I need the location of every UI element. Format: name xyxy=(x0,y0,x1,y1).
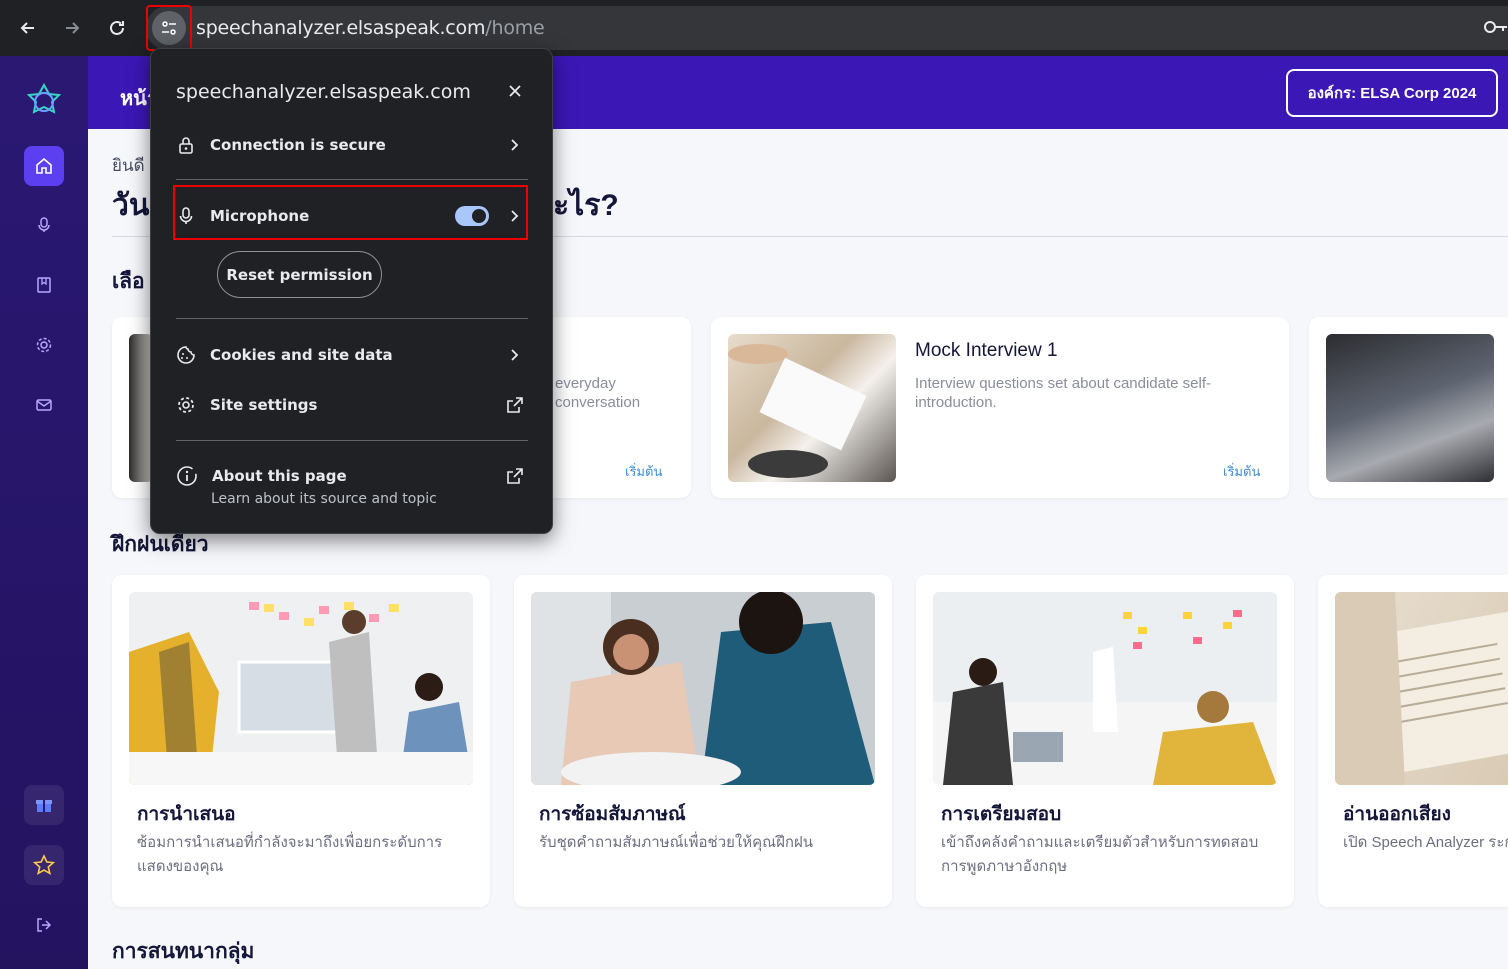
card-image xyxy=(531,592,875,785)
gift-icon xyxy=(36,800,52,812)
back-button[interactable] xyxy=(13,13,43,43)
cookies-row[interactable]: Cookies and site data xyxy=(176,340,528,370)
main-question-left: วัน xyxy=(112,189,150,222)
chevron-right-icon xyxy=(511,349,519,361)
microphone-icon xyxy=(179,207,193,224)
sidebar-item-library[interactable] xyxy=(24,265,64,305)
card-image xyxy=(933,592,1277,785)
forward-button[interactable] xyxy=(57,13,87,43)
toggle-knob xyxy=(472,209,486,223)
practice-card-interview[interactable]: การซ้อมสัมภาษณ์ รับชุดคำถามสัมภาษณ์เพื่อ… xyxy=(514,575,892,907)
mail-icon xyxy=(36,399,52,411)
popup-host: speechanalyzer.elsaspeak.com xyxy=(176,81,471,103)
reload-button[interactable] xyxy=(102,13,132,43)
card-description: เปิด Speech Analyzer ระการสนทนากับเพื่อน xyxy=(1343,834,1508,851)
star-icon xyxy=(33,854,55,876)
about-page-row[interactable]: About this page xyxy=(176,461,528,491)
microphone-toggle[interactable] xyxy=(455,206,489,226)
card-title: การซ้อมสัมภาษณ์ xyxy=(539,804,686,825)
connection-label: Connection is secure xyxy=(210,136,386,154)
topic-card-partial[interactable] xyxy=(1309,317,1508,498)
password-key-icon[interactable] xyxy=(1482,16,1508,43)
sidebar-item-favorites[interactable] xyxy=(24,845,64,885)
card-title: Mock Interview 1 xyxy=(915,340,1058,361)
chevron-right-icon xyxy=(511,210,519,222)
info-icon xyxy=(177,466,197,486)
sidebar-item-record[interactable] xyxy=(24,205,64,245)
practice-card-read-aloud[interactable]: อ่านออกเสียง เปิด Speech Analyzer ระการส… xyxy=(1318,575,1508,907)
card-description: ซ้อมการนำเสนอที่กำลังจะมาถึงเพื่อยกระดับ… xyxy=(137,834,443,875)
practice-card-presentation[interactable]: การนำเสนอ ซ้อมการนำเสนอที่กำลังจะมาถึงเพ… xyxy=(112,575,490,907)
reset-permission-button[interactable]: Reset permission xyxy=(217,251,382,298)
card-description: เข้าถึงคลังคำถามและเตรียมตัวสำหรับการทดส… xyxy=(941,834,1259,875)
start-link[interactable]: เริ่มต้น xyxy=(1223,461,1260,482)
microphone-icon xyxy=(38,217,50,232)
open-external-icon xyxy=(507,468,523,484)
url-host: speechanalyzer.elsaspeak.com xyxy=(196,17,486,39)
sidebar-item-logout[interactable] xyxy=(24,905,64,945)
microphone-label: Microphone xyxy=(210,207,310,225)
url-path: /home xyxy=(485,17,545,39)
forward-arrow-icon xyxy=(66,22,80,34)
about-label: About this page xyxy=(212,467,347,485)
site-info-popup: speechanalyzer.elsaspeak.com Connection … xyxy=(150,48,553,534)
separator xyxy=(176,318,528,319)
practice-card-exam-prep[interactable]: การเตรียมสอบ เข้าถึงคลังคำถามและเตรียมตั… xyxy=(916,575,1294,907)
start-link[interactable]: เริ่มต้น xyxy=(625,461,662,482)
chevron-right-icon xyxy=(511,139,519,151)
sidebar-item-home[interactable] xyxy=(24,146,64,186)
site-settings-label: Site settings xyxy=(210,396,318,414)
about-subtitle: Learn about its source and topic xyxy=(211,491,437,507)
sidebar xyxy=(0,56,88,969)
group-section-title: การสนทนากลุ่ม xyxy=(112,940,255,963)
gear-icon xyxy=(36,337,52,353)
organization-button[interactable]: องค์กร: ELSA Corp 2024 xyxy=(1286,69,1498,117)
logout-icon xyxy=(37,918,52,932)
sidebar-item-settings[interactable] xyxy=(24,325,64,365)
card-title: การนำเสนอ xyxy=(137,804,236,825)
main-question-right: ะไร? xyxy=(553,189,619,222)
home-icon xyxy=(36,157,52,174)
card-image xyxy=(129,592,473,785)
reload-icon xyxy=(110,20,124,35)
lock-icon xyxy=(179,137,193,154)
card-image xyxy=(1335,592,1508,785)
welcome-text: ยินดี xyxy=(112,156,145,175)
topic-card-mock-interview[interactable]: Mock Interview 1 Interview questions set… xyxy=(711,317,1289,498)
close-button[interactable] xyxy=(505,81,525,101)
gear-icon xyxy=(178,397,194,413)
card-title: อ่านออกเสียง xyxy=(1343,804,1451,825)
cookies-label: Cookies and site data xyxy=(210,346,393,364)
card-image xyxy=(728,334,896,482)
url-text[interactable]: speechanalyzer.elsaspeak.com/home xyxy=(196,17,545,39)
open-external-icon xyxy=(507,397,523,413)
separator xyxy=(176,179,528,180)
back-arrow-icon xyxy=(20,22,34,34)
connection-row[interactable]: Connection is secure xyxy=(176,130,528,160)
card-image xyxy=(1326,334,1494,482)
separator xyxy=(176,440,528,441)
card-description: Interview questions set about candidate … xyxy=(915,375,1212,411)
sidebar-item-gift[interactable] xyxy=(24,785,64,825)
sidebar-item-mail[interactable] xyxy=(24,385,64,425)
cookie-icon xyxy=(177,346,195,364)
card-description: everyday conversation xyxy=(555,375,641,411)
tune-icon xyxy=(152,11,186,45)
site-info-button[interactable] xyxy=(146,5,192,51)
card-title: การเตรียมสอบ xyxy=(941,804,1062,825)
choose-section-title: เลือ xyxy=(112,270,145,293)
close-icon xyxy=(509,85,521,97)
book-icon xyxy=(37,277,51,293)
card-description: รับชุดคำถามสัมภาษณ์เพื่อช่วยให้คุณฝึกฝน xyxy=(539,834,813,851)
site-settings-row[interactable]: Site settings xyxy=(176,390,528,420)
elsa-logo-icon[interactable] xyxy=(24,82,64,127)
